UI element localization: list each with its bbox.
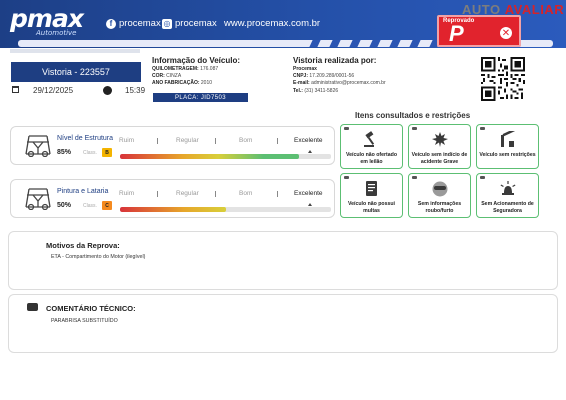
restriction-tile-acidente: Veículo sem indício de acidente Grave bbox=[408, 124, 471, 169]
crash-icon bbox=[432, 132, 448, 147]
restriction-label: Veículo sem indício de acidente Grave bbox=[411, 152, 468, 165]
tile-status-icon bbox=[480, 176, 485, 179]
tile-status-icon bbox=[344, 176, 349, 179]
barrier-icon bbox=[501, 131, 516, 147]
rating-percent: 50% bbox=[57, 202, 72, 209]
logo-main-text: pmax bbox=[10, 4, 84, 33]
cnpj-value: 17.209.289/0001-56 bbox=[309, 73, 355, 80]
tile-status-icon bbox=[412, 176, 417, 179]
rating-scale: Ruim Regular Bom Excelente bbox=[119, 135, 331, 149]
scale-label-excelente: Excelente bbox=[294, 190, 323, 197]
rating-title: Nível de Estrutura bbox=[57, 135, 114, 142]
reprovado-x-icon: ✕ bbox=[500, 27, 512, 39]
calendar-icon bbox=[12, 86, 19, 93]
document-icon bbox=[366, 181, 377, 196]
cnpj-label: CNPJ: bbox=[293, 73, 309, 80]
color-value: CINZA bbox=[166, 73, 182, 80]
restriction-label: Sem informações roubo/furto bbox=[417, 201, 462, 214]
tile-status-icon bbox=[344, 127, 349, 130]
rating-class-badge: B bbox=[102, 148, 112, 157]
rating-title: Pintura e Lataria bbox=[57, 188, 109, 195]
reprova-panel: Motivos da Reprova: ETA - Compartimento … bbox=[8, 231, 558, 290]
rating-card-paint: Pintura e Lataria 50% Class. C Ruim Regu… bbox=[10, 179, 335, 218]
restrictions-title: Itens consultados e restrições bbox=[355, 111, 471, 120]
restriction-label: Sem Acionamento de Seguradora bbox=[481, 201, 534, 214]
facebook-icon: f bbox=[106, 18, 116, 29]
logo-sub-text: Automotive bbox=[36, 29, 77, 37]
mask-icon bbox=[432, 181, 448, 197]
rating-bar-fill bbox=[120, 207, 226, 212]
comment-title: COMENTÁRIO TÉCNICO: bbox=[46, 304, 136, 313]
reprovado-stamp: Reprovado P ✕ bbox=[437, 15, 521, 47]
vehicle-info-title: Informação do Veículo: bbox=[152, 56, 241, 65]
instagram-handle: procemax bbox=[175, 18, 217, 29]
email-label: E-mail: bbox=[293, 80, 310, 87]
rating-card-structure: Nível de Estrutura 85% Class. B Ruim Reg… bbox=[10, 126, 335, 165]
inspector-title: Vistoria realizada por: bbox=[293, 56, 377, 65]
header-band bbox=[10, 49, 140, 53]
vistoria-time: 15:39 bbox=[125, 86, 146, 95]
rating-class-badge: C bbox=[102, 201, 112, 210]
scale-label-excelente: Excelente bbox=[294, 137, 323, 144]
instagram-link[interactable]: ◎ procemax bbox=[162, 18, 217, 29]
instagram-icon: ◎ bbox=[162, 18, 172, 29]
restriction-label: Veículo sem restrições bbox=[479, 152, 536, 158]
restriction-tile-multas: Veículo não possui multas bbox=[340, 173, 403, 218]
alarm-icon bbox=[500, 181, 516, 195]
rating-class-label: Class. bbox=[83, 150, 97, 156]
tel-value: (31) 3411-5826 bbox=[304, 87, 339, 94]
restriction-tile-restricoes: Veículo sem restrições bbox=[476, 124, 539, 169]
comment-panel: COMENTÁRIO TÉCNICO: PARABRISA SUBSTITUÍD… bbox=[8, 294, 558, 353]
reprova-title: Motivos da Reprova: bbox=[46, 241, 120, 250]
year-label: ANO FABRICAÇÃO: bbox=[152, 80, 200, 87]
scale-label-regular: Regular bbox=[176, 137, 199, 144]
inspector-company: Procemax bbox=[293, 66, 317, 72]
stamp-letter: P bbox=[449, 21, 464, 46]
km-value: 176.087 bbox=[200, 66, 219, 72]
year-value: 2010 bbox=[200, 80, 213, 87]
color-label: COR: bbox=[152, 73, 165, 80]
email-value[interactable]: administrativo@procemax.com.br bbox=[311, 80, 386, 86]
facebook-link[interactable]: f procemax bbox=[106, 18, 161, 29]
vehicle-info-details: QUILOMETRAGEM: 176.087 COR: CINZA ANO FA… bbox=[152, 66, 218, 88]
rating-marker-icon bbox=[308, 150, 312, 153]
restriction-label: Veículo não ofertado em leilão bbox=[345, 152, 398, 165]
car-structure-icon bbox=[25, 135, 51, 157]
rating-bar-fill bbox=[120, 154, 300, 159]
facebook-handle: procemax bbox=[119, 18, 161, 29]
rating-scale: Ruim Regular Bom Excelente bbox=[119, 188, 331, 202]
reprova-text: ETA - Compartimento do Motor (ilegível) bbox=[51, 254, 146, 260]
clock-icon bbox=[103, 86, 112, 95]
scale-label-ruim: Ruim bbox=[119, 190, 135, 197]
restriction-tile-leilao: Veículo não ofertado em leilão bbox=[340, 124, 403, 169]
scale-label-bom: Bom bbox=[239, 190, 253, 197]
car-paint-icon bbox=[25, 188, 51, 210]
scale-label-regular: Regular bbox=[176, 190, 199, 197]
vistoria-date: 29/12/2025 bbox=[33, 86, 74, 95]
inspector-details: Procemax CNPJ: 17.209.289/0001-56 E-mail… bbox=[293, 66, 386, 95]
tile-status-icon bbox=[480, 127, 485, 130]
rating-percent: 85% bbox=[57, 149, 72, 156]
scale-label-ruim: Ruim bbox=[119, 137, 135, 144]
tile-status-icon bbox=[412, 127, 417, 130]
vistoria-title: Vistoria - 223557 bbox=[11, 62, 141, 82]
scale-label-bom: Bom bbox=[239, 137, 253, 144]
gavel-icon bbox=[364, 131, 375, 147]
rating-class-label: Class. bbox=[83, 203, 97, 209]
qr-code-icon[interactable] bbox=[481, 57, 525, 101]
plate-badge: PLACA: JID7503 bbox=[153, 93, 248, 102]
restriction-tile-roubo: Sem informações roubo/furto bbox=[408, 173, 471, 218]
comment-text: PARABRISA SUBSTITUÍDO bbox=[51, 318, 118, 324]
comment-icon bbox=[27, 303, 38, 311]
rating-bar bbox=[120, 207, 331, 212]
rating-bar bbox=[120, 154, 331, 159]
km-label: QUILOMETRAGEM: bbox=[152, 66, 199, 72]
website-link[interactable]: www.procemax.com.br bbox=[224, 18, 320, 29]
pmax-logo: pmax Automotive bbox=[10, 4, 84, 37]
restriction-label: Veículo não possui multas bbox=[348, 201, 395, 214]
rating-marker-icon bbox=[308, 203, 312, 206]
tel-label: Tel.: bbox=[293, 87, 303, 94]
restriction-tile-seguradora: Sem Acionamento de Seguradora bbox=[476, 173, 539, 218]
